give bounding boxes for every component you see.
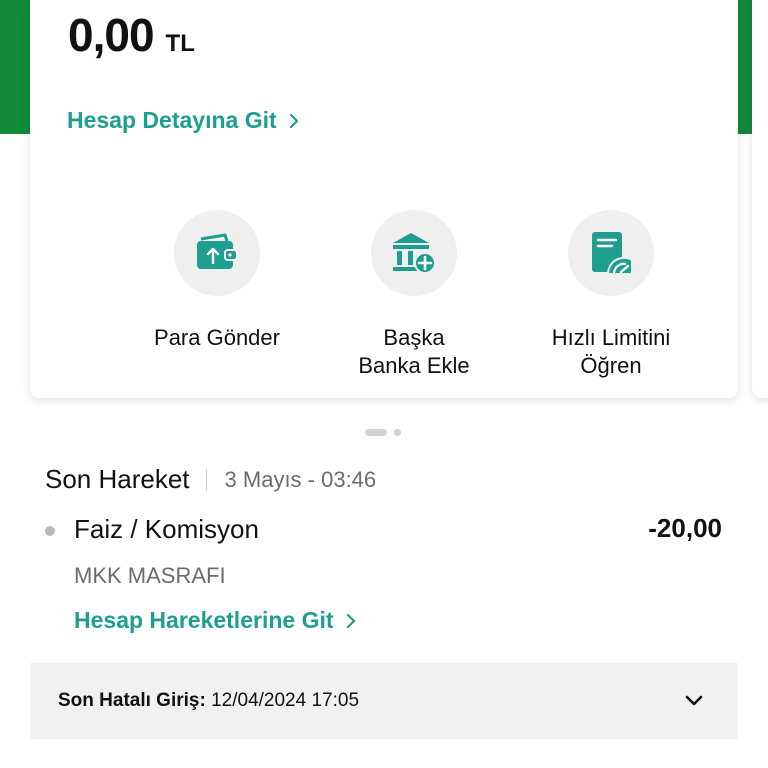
add-other-bank-label-line2: Banka Ekle — [358, 353, 470, 378]
last-failed-login-bar[interactable]: Son Hatalı Giriş: 12/04/2024 17:05 — [30, 663, 738, 739]
chevron-down-icon[interactable] — [684, 691, 704, 711]
add-other-bank-label-line1: Başka — [383, 325, 445, 350]
account-balance: 0,00 TL — [68, 8, 195, 62]
last-failed-login-text: Son Hatalı Giriş: 12/04/2024 17:05 — [58, 690, 359, 712]
bank-add-icon — [393, 233, 436, 274]
transaction-bullet-icon — [45, 526, 55, 536]
account-transactions-link-label: Hesap Hareketlerine Git — [74, 607, 334, 633]
last-transaction-title: Son Hareket — [45, 464, 190, 494]
balance-amount: 0,00 — [68, 9, 155, 61]
send-money-button[interactable]: Para Gönder — [127, 210, 307, 352]
send-money-icon-circle — [174, 210, 260, 296]
account-transactions-link[interactable]: Hesap Hareketlerine Git — [74, 607, 358, 634]
last-failed-login-label: Son Hatalı Giriş: — [58, 690, 206, 711]
quick-limit-label: Hızlı Limitini Öğren — [521, 324, 701, 380]
transaction-amount: -20,00 — [648, 513, 722, 543]
add-other-bank-button[interactable]: Başka Banka Ekle — [324, 210, 504, 380]
next-account-card-peek[interactable] — [752, 0, 768, 398]
quick-limit-label-line2: Öğren — [580, 353, 642, 378]
account-card: 0,00 TL Hesap Detayına Git Para Gönder B… — [30, 0, 738, 398]
account-detail-link-label: Hesap Detayına Git — [67, 107, 277, 133]
chevron-right-icon — [289, 113, 298, 128]
last-transaction-date: 3 Mayıs - 03:46 — [224, 466, 377, 492]
account-detail-link[interactable]: Hesap Detayına Git — [67, 107, 301, 134]
transaction-description: MKK MASRAFI — [74, 563, 226, 588]
divider — [205, 468, 207, 491]
last-transaction-header: Son Hareket 3 Mayıs - 03:46 — [45, 464, 376, 495]
add-bank-icon-circle — [371, 210, 457, 296]
pagination-dot-active[interactable] — [365, 429, 387, 436]
chevron-right-icon — [346, 613, 355, 628]
transaction-name: Faiz / Komisyon — [74, 514, 259, 544]
limit-gauge-icon — [592, 232, 633, 275]
send-money-label: Para Gönder — [154, 325, 280, 350]
quick-limit-icon-circle — [568, 210, 654, 296]
add-other-bank-label: Başka Banka Ekle — [324, 324, 504, 380]
quick-limit-button[interactable]: Hızlı Limitini Öğren — [521, 210, 701, 380]
quick-actions: Para Gönder Başka Banka Ekle Hızlı Limit… — [30, 210, 738, 390]
balance-currency: TL — [165, 30, 195, 57]
wallet-send-icon — [197, 233, 238, 269]
quick-limit-label-line1: Hızlı Limitini — [551, 325, 671, 350]
carousel-pagination — [365, 429, 401, 436]
pagination-dot[interactable] — [394, 429, 401, 436]
last-failed-login-value: 12/04/2024 17:05 — [211, 690, 360, 711]
